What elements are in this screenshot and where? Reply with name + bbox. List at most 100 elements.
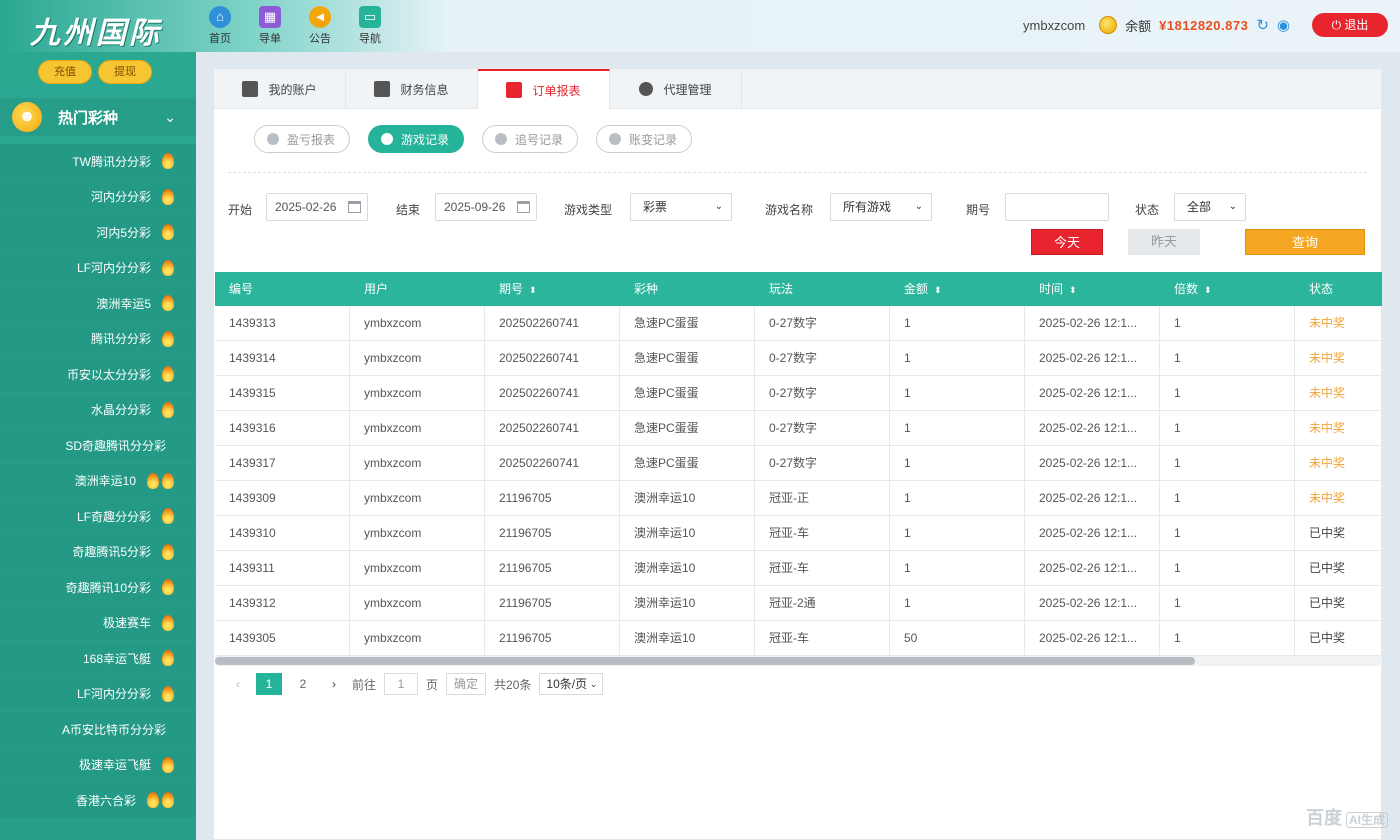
sort-icon[interactable]: ⬍ <box>934 285 942 295</box>
column-header[interactable]: 期号 ⬍ <box>485 272 620 306</box>
table-cell: ymbxzcom <box>350 551 485 585</box>
table-row[interactable]: 1439316 ymbxzcom 202502260741 急速PC蛋蛋 0-27数字 1… <box>215 411 1382 446</box>
brand-logo[interactable]: 九州国际 <box>30 8 162 52</box>
column-header[interactable]: 金额 ⬍ <box>890 272 1025 306</box>
table-cell: 0-27数字 <box>755 376 890 410</box>
tab-my-account[interactable]: 我的账户 <box>214 69 346 109</box>
flame-icon <box>162 650 174 667</box>
sidebar-item[interactable]: 澳洲幸运10 <box>0 464 196 499</box>
status-select[interactable]: 全部 ⌄ <box>1174 193 1246 221</box>
column-header: 玩法 <box>755 272 890 306</box>
table-row[interactable]: 1439315 ymbxzcom 202502260741 急速PC蛋蛋 0-27数字 1… <box>215 376 1382 411</box>
table-row[interactable]: 1439313 ymbxzcom 202502260741 急速PC蛋蛋 0-27数字 1… <box>215 306 1382 341</box>
table-cell: 0-27数字 <box>755 411 890 445</box>
yesterday-button[interactable]: 昨天 <box>1128 229 1200 255</box>
monitor-icon: ▭ <box>359 6 381 28</box>
table-cell: 1439309 <box>215 481 350 515</box>
chevron-down-icon: ⌄ <box>589 679 598 689</box>
today-button[interactable]: 今天 <box>1031 229 1103 255</box>
table-row[interactable]: 1439314 ymbxzcom 202502260741 急速PC蛋蛋 0-27数字 1… <box>215 341 1382 376</box>
table-cell: 1 <box>890 516 1025 550</box>
table-cell: 未中奖 <box>1309 316 1346 330</box>
withdraw-button[interactable]: 提现 <box>98 60 152 84</box>
table-cell: 已中奖 <box>1309 561 1346 575</box>
sidebar-item[interactable]: 香港六合彩 <box>0 783 196 819</box>
game-type-select[interactable]: 彩票 ⌄ <box>630 193 732 221</box>
sidebar-item[interactable]: 极速赛车 <box>0 606 196 641</box>
table-row[interactable]: 1439311 ymbxzcom 21196705 澳洲幸运10 冠亚-车 1 2025-0… <box>215 551 1382 586</box>
sidebar-item-label: 澳洲幸运5 <box>96 296 151 311</box>
table-cell: 1 <box>890 446 1025 480</box>
subtab-chase-records[interactable]: 追号记录 <box>482 125 579 153</box>
table-row[interactable]: 1439310 ymbxzcom 21196705 澳洲幸运10 冠亚-车 1 2025-0… <box>215 516 1382 551</box>
sort-icon[interactable]: ⬍ <box>1069 285 1077 295</box>
table-cell: 2025-02-26 12:1... <box>1025 621 1160 655</box>
sidebar-item[interactable]: LF奇趣分分彩 <box>0 499 196 535</box>
sidebar-item[interactable]: 河内5分彩 <box>0 215 196 251</box>
next-page-icon[interactable]: › <box>324 677 344 691</box>
page-1[interactable]: 1 <box>256 673 282 695</box>
column-header[interactable]: 倍数 ⬍ <box>1160 272 1295 306</box>
tab-finance[interactable]: 财务信息 <box>346 69 478 109</box>
sidebar-item[interactable]: TW腾讯分分彩 <box>0 144 196 180</box>
table-cell: 澳洲幸运10 <box>620 516 755 550</box>
table-row[interactable]: 1439309 ymbxzcom 21196705 澳洲幸运10 冠亚-正 1 2025-0… <box>215 481 1382 516</box>
sidebar-item[interactable]: 水晶分分彩 <box>0 393 196 428</box>
game-name-select[interactable]: 所有游戏 ⌄ <box>830 193 932 221</box>
table-cell: 1439311 <box>215 551 350 585</box>
column-header-label: 编号 <box>229 282 254 296</box>
table-cell: 1 <box>1160 446 1295 480</box>
sidebar-item[interactable]: LF河内分分彩 <box>0 677 196 712</box>
column-header-label: 状态 <box>1309 282 1334 296</box>
sidebar-item[interactable]: 奇趣腾讯10分彩 <box>0 570 196 606</box>
sidebar-item[interactable]: SD奇趣腾讯分分彩 <box>0 428 196 464</box>
table-row[interactable]: 1439317 ymbxzcom 202502260741 急速PC蛋蛋 0-27数字 1… <box>215 446 1382 481</box>
nav-orders[interactable]: ▦ 导单 <box>250 6 290 46</box>
nav-guide[interactable]: ▭ 导航 <box>350 6 390 46</box>
recharge-button[interactable]: 充值 <box>38 60 92 84</box>
end-date-input[interactable]: 2025-09-26 <box>435 193 537 221</box>
scrollbar-thumb[interactable] <box>215 657 1195 665</box>
nav-home[interactable]: ⌂ 首页 <box>200 6 240 46</box>
sidebar-group-hot[interactable]: ☻ 热门彩种 ⌄ <box>0 98 196 136</box>
sidebar-item[interactable]: LF河内分分彩 <box>0 251 196 286</box>
sort-icon[interactable]: ⬍ <box>529 285 537 295</box>
sidebar-item[interactable]: A币安比特币分分彩 <box>0 712 196 748</box>
subtab-game-records[interactable]: 游戏记录 <box>368 125 465 153</box>
table-header: 编号 用户 期号 ⬍ 彩种 玩法 金额 ⬍ 时间 ⬍ 倍数 ⬍ 状态 <box>215 272 1382 306</box>
table-row[interactable]: 1439305 ymbxzcom 21196705 澳洲幸运10 冠亚-车 50 2025-… <box>215 621 1382 656</box>
page-2[interactable]: 2 <box>290 673 316 695</box>
horizontal-scrollbar[interactable] <box>215 656 1382 666</box>
goto-page-input[interactable]: 1 <box>384 673 419 695</box>
table-cell: 1 <box>1160 586 1295 620</box>
tab-order-report[interactable]: 订单报表 <box>478 69 610 109</box>
table-cell: 202502260741 <box>485 446 620 480</box>
table-cell: 急速PC蛋蛋 <box>620 446 755 480</box>
tab-label: 我的账户 <box>268 82 317 97</box>
column-header: 彩种 <box>620 272 755 306</box>
refresh-icon[interactable]: ↻ <box>1256 16 1269 34</box>
sidebar-item[interactable]: 币安以太分分彩 <box>0 357 196 393</box>
table-row[interactable]: 1439312 ymbxzcom 21196705 澳洲幸运10 冠亚-2通 1 2025-… <box>215 586 1382 621</box>
sidebar-item[interactable]: 河内分分彩 <box>0 180 196 215</box>
subtab-profit-report[interactable]: 盈亏报表 <box>254 125 351 153</box>
sidebar-item[interactable]: 奇趣腾讯5分彩 <box>0 535 196 570</box>
eye-icon[interactable]: ◉ <box>1277 16 1290 34</box>
sidebar-item[interactable]: 腾讯分分彩 <box>0 322 196 357</box>
subtab-account-changes[interactable]: 账变记录 <box>596 125 693 153</box>
sidebar-item[interactable]: 168幸运飞艇 <box>0 641 196 677</box>
query-button[interactable]: 查询 <box>1245 229 1365 255</box>
tab-agent[interactable]: 代理管理 <box>610 69 742 109</box>
logout-button[interactable]: ⏻ 退出 <box>1312 13 1388 37</box>
column-header[interactable]: 时间 ⬍ <box>1025 272 1160 306</box>
start-date-input[interactable]: 2025-02-26 <box>266 193 368 221</box>
sidebar-item[interactable]: 澳洲幸运5 <box>0 286 196 322</box>
sort-icon[interactable]: ⬍ <box>1204 285 1212 295</box>
nav-announcement[interactable]: ◄ 公告 <box>300 6 340 46</box>
prev-page-icon[interactable]: ‹ <box>228 677 248 691</box>
issue-input[interactable] <box>1005 193 1109 221</box>
page-size-select[interactable]: 10条/页 ⌄ <box>539 673 604 695</box>
goto-confirm-button[interactable]: 确定 <box>446 673 487 695</box>
sidebar-item[interactable]: 极速幸运飞艇 <box>0 748 196 783</box>
flame-icon <box>162 366 174 383</box>
